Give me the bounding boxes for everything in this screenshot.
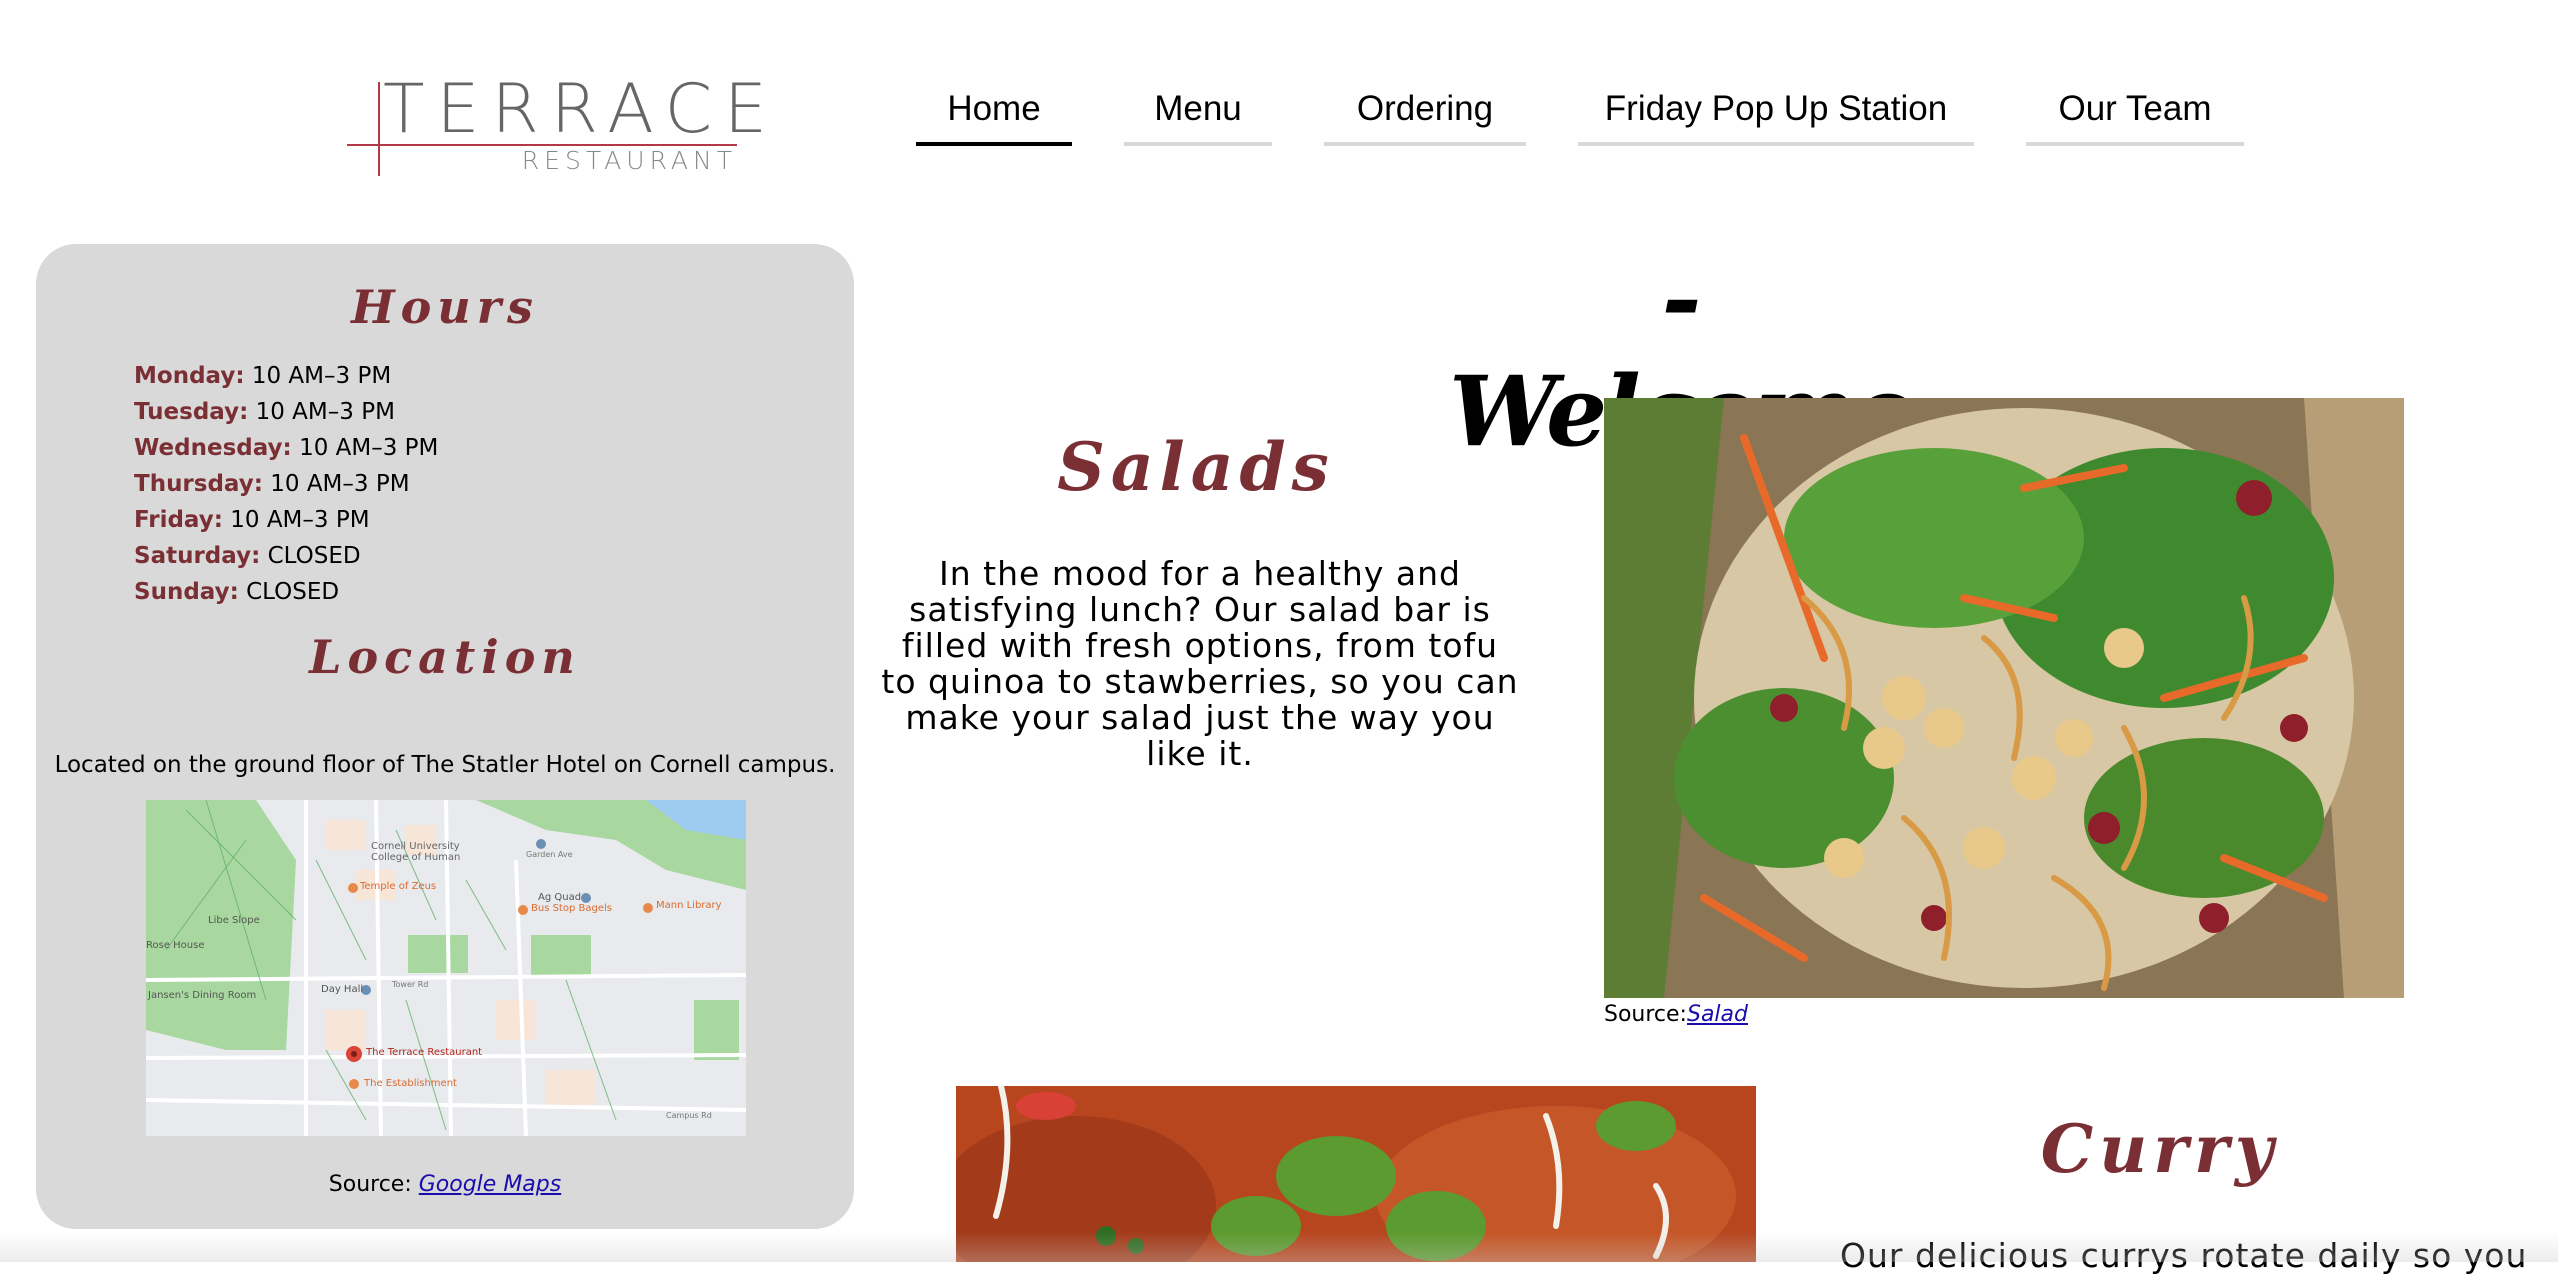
- time-value: 10 AM–3 PM: [255, 399, 395, 425]
- map-label: Campus Rd: [666, 1111, 712, 1120]
- location-heading: Location: [309, 630, 581, 684]
- time-value: CLOSED: [246, 579, 340, 605]
- hours-heading: Hours: [351, 280, 539, 334]
- nav-our-team[interactable]: Our Team: [2026, 84, 2244, 146]
- hours-row: Wednesday: 10 AM–3 PM: [134, 430, 438, 466]
- day-label: Thursday:: [134, 471, 263, 497]
- google-maps-link[interactable]: Google Maps: [419, 1172, 561, 1197]
- source-prefix: Source:: [1604, 1002, 1687, 1027]
- time-value: 10 AM–3 PM: [251, 363, 392, 389]
- logo-word: TERRACE: [383, 70, 780, 149]
- map-label: Libe Slope: [208, 915, 260, 926]
- location-text: Located on the ground floor of The Statl…: [54, 752, 836, 778]
- time-value: 10 AM–3 PM: [230, 507, 370, 533]
- day-label: Monday:: [134, 363, 245, 389]
- salad-source: Source:Salad: [1604, 1002, 1748, 1027]
- salad-source-link[interactable]: Salad: [1687, 1002, 1748, 1027]
- curry-heading: Curry: [2040, 1110, 2280, 1188]
- map-label: Rose House: [146, 940, 205, 951]
- nav-home[interactable]: Home: [916, 84, 1072, 146]
- info-sidebar: Hours Monday: 10 AM–3 PM Tuesday: 10 AM–…: [36, 244, 854, 1229]
- scroll-fade: [0, 1232, 2558, 1262]
- nav-ordering[interactable]: Ordering: [1324, 84, 1526, 146]
- hours-row: Tuesday: 10 AM–3 PM: [134, 394, 438, 430]
- salads-heading: Salads: [1057, 428, 1335, 506]
- nav-friday-pop-up[interactable]: Friday Pop Up Station: [1578, 84, 1974, 146]
- day-label: Saturday:: [134, 543, 261, 569]
- day-label: Friday:: [134, 507, 223, 533]
- logo-vertical-line: [378, 82, 380, 176]
- campus-map[interactable]: Cornell University College of Human Temp…: [146, 800, 746, 1136]
- map-label: Mann Library: [656, 900, 722, 911]
- salad-photo: [1604, 398, 2404, 998]
- map-source: Source: Google Maps: [36, 1172, 854, 1197]
- hours-row: Saturday: CLOSED: [134, 538, 438, 574]
- map-label: Cornell University College of Human: [371, 841, 461, 863]
- source-prefix: Source:: [328, 1172, 419, 1197]
- day-label: Wednesday:: [134, 435, 292, 461]
- map-label: Jansen's Dining Room: [148, 990, 257, 1001]
- map-label: Ag Quad: [538, 892, 582, 903]
- map-label: Bus Stop Bagels: [531, 903, 612, 914]
- map-label: The Establishment: [364, 1078, 457, 1089]
- map-label: Garden Ave: [526, 850, 573, 859]
- map-label: Tower Rd: [392, 980, 429, 989]
- logo-subtitle: RESTAURANT: [521, 146, 737, 175]
- salads-description: In the mood for a healthy and satisfying…: [881, 554, 1519, 773]
- map-label: Day Hall: [321, 984, 364, 995]
- hours-row: Thursday: 10 AM–3 PM: [134, 466, 438, 502]
- day-label: Tuesday:: [134, 399, 249, 425]
- restaurant-logo[interactable]: TERRACE RESTAURANT: [347, 76, 767, 178]
- time-value: CLOSED: [267, 543, 361, 569]
- hours-row: Friday: 10 AM–3 PM: [134, 502, 438, 538]
- time-value: 10 AM–3 PM: [270, 471, 410, 497]
- hours-row: Monday: 10 AM–3 PM: [134, 358, 438, 394]
- map-label: Temple of Zeus: [360, 881, 437, 892]
- time-value: 10 AM–3 PM: [299, 435, 439, 461]
- salad-image: [1604, 398, 2404, 998]
- nav-menu[interactable]: Menu: [1124, 84, 1272, 146]
- hours-row: Sunday: CLOSED: [134, 574, 438, 610]
- day-label: Sunday:: [134, 579, 239, 605]
- hours-list: Monday: 10 AM–3 PM Tuesday: 10 AM–3 PM W…: [134, 358, 438, 610]
- map-label: The Terrace Restaurant: [366, 1047, 483, 1058]
